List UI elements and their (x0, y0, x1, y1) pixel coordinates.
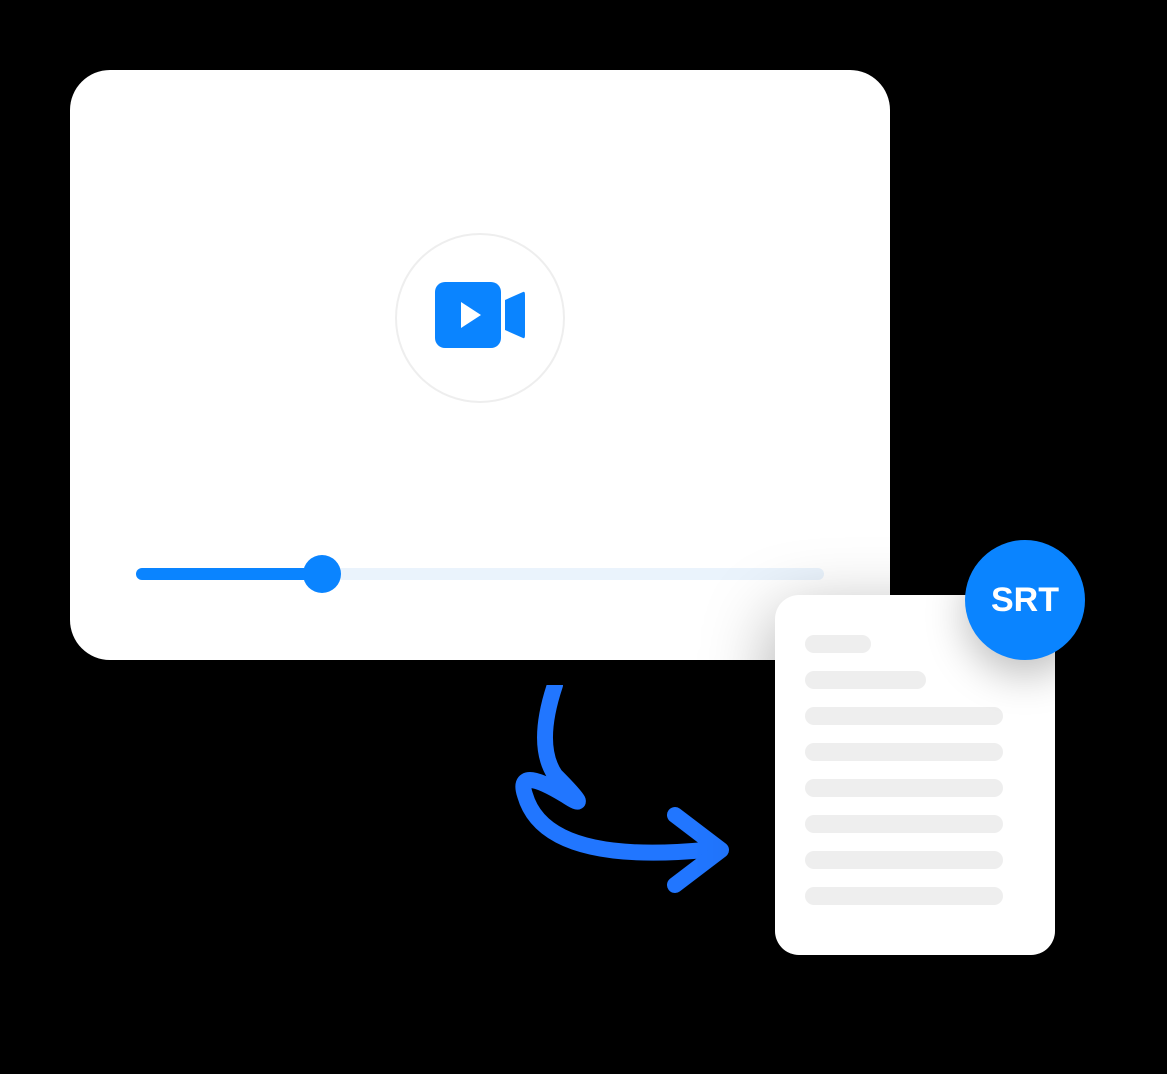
video-progress-slider[interactable] (136, 568, 825, 580)
doc-text-line (805, 707, 1003, 725)
progress-fill (136, 568, 322, 580)
doc-text-line (805, 887, 1003, 905)
doc-text-line (805, 635, 871, 653)
video-camera-icon (435, 282, 525, 353)
doc-text-line (805, 779, 1003, 797)
play-video-button[interactable] (395, 233, 565, 403)
srt-badge-label: SRT (991, 581, 1059, 620)
flow-arrow-icon (465, 685, 745, 915)
srt-format-badge: SRT (965, 540, 1085, 660)
progress-thumb[interactable] (303, 555, 341, 593)
doc-text-line (805, 815, 1003, 833)
video-player-card (70, 70, 890, 660)
doc-text-line (805, 671, 926, 689)
doc-text-line (805, 851, 1003, 869)
doc-text-line (805, 743, 1003, 761)
